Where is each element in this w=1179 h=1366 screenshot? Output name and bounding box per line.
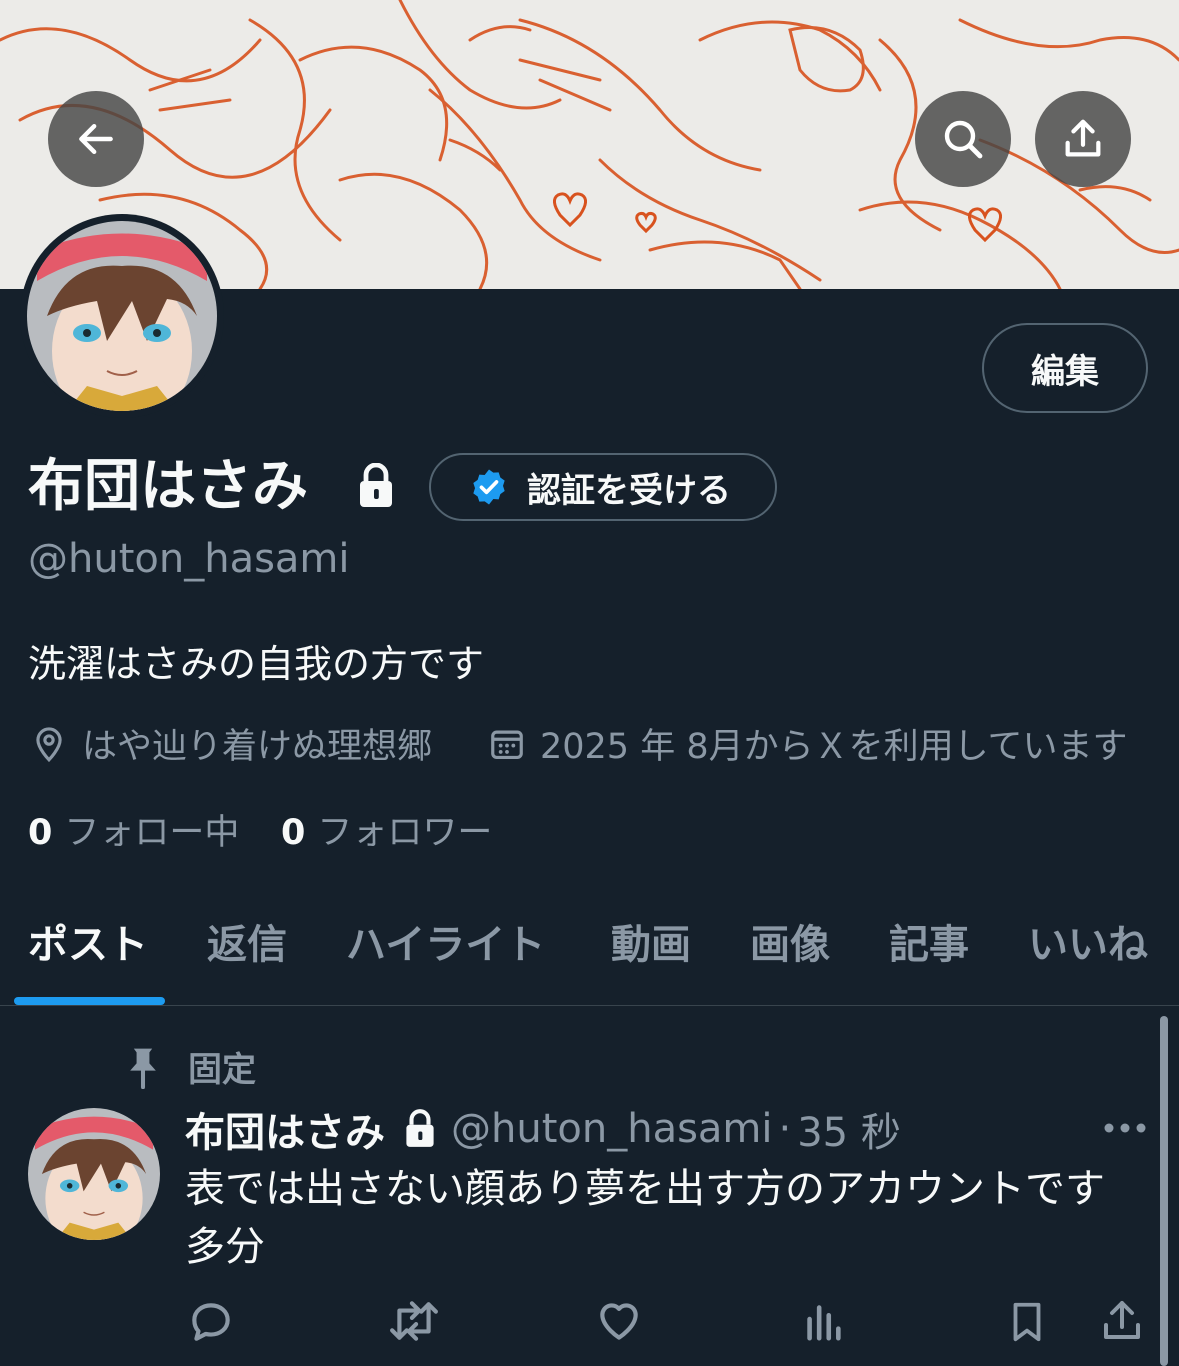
post-text: 表では出さない顔あり夢を出す方のアカウントです多分 [185,1166,1105,1270]
repost-icon[interactable] [386,1296,442,1346]
lock-icon [360,463,392,507]
avatar-image [28,1108,160,1240]
pinned-indicator: 固定 [124,1042,256,1091]
location-pin-icon [36,726,62,762]
post-header: 布団はさみ @huton_hasami · 35 秒 [185,1100,901,1158]
scrollbar[interactable] [1160,1016,1168,1366]
views-icon[interactable] [800,1296,846,1346]
active-tab-indicator [14,997,165,1005]
tab-likes[interactable]: いいね [1028,912,1148,970]
share-icon [1065,119,1101,157]
followers-label: フォロワー [317,813,493,853]
tab-articles[interactable]: 記事 [889,912,969,970]
get-verified-button[interactable]: 認証を受ける [429,453,777,521]
following-count: 0 [28,813,53,853]
post-separator: · [778,1106,792,1152]
lock-icon [406,1109,434,1147]
heart-icon[interactable] [594,1296,644,1346]
get-verified-label: 認証を受ける [527,470,731,511]
search-icon [944,120,983,159]
edit-profile-button[interactable]: 編集 [982,323,1148,413]
tabs-divider [0,1005,1179,1006]
tab-replies[interactable]: 返信 [207,912,287,970]
back-button[interactable] [48,91,144,187]
post-author-handle[interactable]: @huton_hasami [451,1106,773,1152]
profile-joined: 2025 年 8月からＸを利用しています [488,718,1128,769]
location-text: はや辿り着けぬ理想郷 [82,727,433,767]
following-label: フォロー中 [64,813,240,853]
post-timestamp[interactable]: 35 秒 [797,1100,901,1158]
post-author-name[interactable]: 布団はさみ [185,1100,385,1158]
verified-badge-icon [473,469,505,505]
tab-highlights[interactable]: ハイライト [346,912,545,970]
bookmark-icon[interactable] [1004,1296,1050,1348]
tab-videos[interactable]: 動画 [611,912,691,970]
profile-handle: @huton_hasami [28,536,350,582]
tab-images[interactable]: 画像 [750,912,830,970]
share-icon[interactable] [1098,1296,1146,1346]
profile-bio: 洗濯はさみの自我の方です [28,642,485,686]
search-button[interactable] [915,91,1011,187]
joined-text: 2025 年 8月からＸを利用しています [540,727,1128,767]
reply-icon[interactable] [186,1296,236,1346]
display-name: 布団はさみ [28,454,308,519]
tab-posts[interactable]: ポスト [28,912,148,970]
followers-link[interactable]: 0 フォロワー [281,804,492,855]
profile-location: はや辿り着けぬ理想郷 [30,718,432,769]
calendar-icon [491,730,523,759]
followers-count: 0 [281,813,306,853]
more-dots-icon[interactable] [1102,1118,1148,1138]
post-author-avatar[interactable] [28,1108,160,1240]
avatar-image [27,221,217,411]
pinned-label: 固定 [188,1050,256,1090]
profile-avatar[interactable] [20,214,224,418]
share-profile-button[interactable] [1035,91,1131,187]
following-link[interactable]: 0 フォロー中 [28,804,239,855]
arrow-left-icon [79,123,113,155]
pin-icon [130,1048,156,1089]
